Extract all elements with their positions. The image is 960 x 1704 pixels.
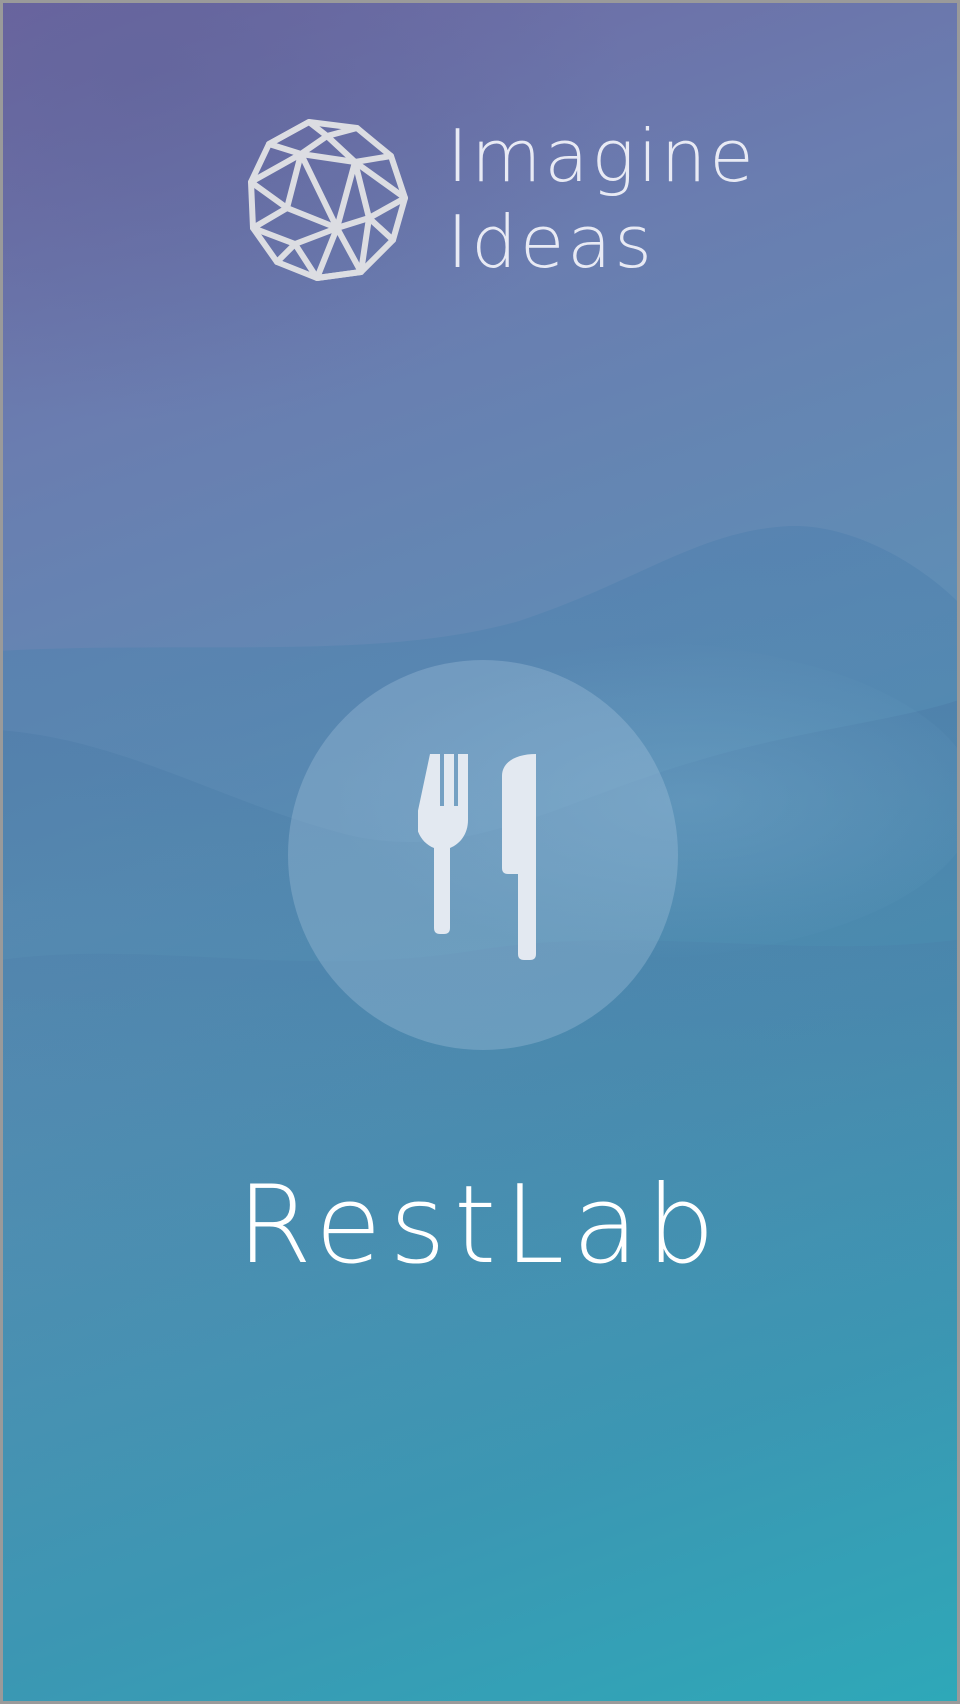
splash-screen: Imagine Ideas RestLab <box>0 0 960 1704</box>
brand-header: Imagine Ideas <box>245 113 757 285</box>
geodesic-sphere-icon <box>248 119 408 281</box>
brand-name-line2: Ideas <box>447 200 655 284</box>
app-title: RestLab <box>236 1163 724 1288</box>
brand-name-line1: Imagine <box>447 114 757 198</box>
brand-name: Imagine Ideas <box>447 113 757 285</box>
fork-knife-icon <box>418 754 536 960</box>
app-icon-circle <box>288 660 678 1050</box>
